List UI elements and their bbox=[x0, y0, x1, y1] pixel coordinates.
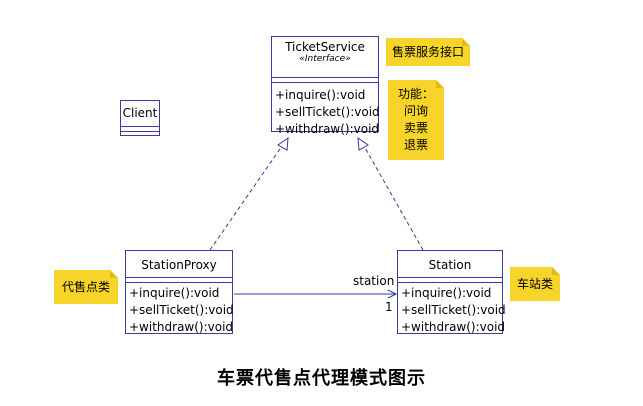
client-class: Client bbox=[120, 100, 160, 136]
diagram-caption: 车票代售点代理模式图示 bbox=[217, 368, 426, 389]
station-proxy-name: StationProxy bbox=[141, 258, 217, 272]
station-class: Station +inquire():void +sellTicket():vo… bbox=[397, 250, 506, 336]
interface-note-text: 售票服务接口 bbox=[391, 45, 464, 59]
operation: +inquire():void bbox=[275, 88, 366, 102]
function-note-heading: 功能： bbox=[397, 87, 434, 101]
station-proxy-header: StationProxy bbox=[126, 251, 232, 278]
function-note-item: 退票 bbox=[403, 138, 428, 152]
ticket-service-name: TicketService bbox=[285, 40, 365, 54]
ticket-service-header: TicketService «Interface» bbox=[272, 37, 378, 78]
association-multiplicity-label: 1 bbox=[385, 300, 393, 314]
operation: +sellTicket():void bbox=[275, 105, 380, 119]
station-note-text: 车站类 bbox=[516, 277, 553, 291]
station-operations: +inquire():void +sellTicket():void +with… bbox=[398, 283, 506, 336]
operation: +withdraw():void bbox=[129, 320, 234, 334]
realization-line-station bbox=[363, 145, 424, 251]
interface-note: 售票服务接口 bbox=[386, 38, 470, 66]
client-header: Client bbox=[121, 101, 159, 127]
station-proxy-operations: +inquire():void +sellTicket():void +with… bbox=[126, 283, 234, 336]
client-operations bbox=[121, 132, 159, 136]
ticket-service-stereotype: «Interface» bbox=[299, 54, 351, 64]
station-proxy-class: StationProxy +inquire():void +sellTicket… bbox=[125, 250, 234, 336]
ticket-service-operations: +inquire():void +sellTicket():void +with… bbox=[272, 83, 380, 138]
function-note-item: 问询 bbox=[403, 104, 428, 118]
realization-arrowhead-station bbox=[357, 136, 369, 151]
ticket-service-class: TicketService «Interface» +inquire():voi… bbox=[271, 36, 380, 136]
proxy-note-text: 代售点类 bbox=[61, 280, 110, 294]
realization-arrowhead-proxy bbox=[277, 136, 289, 151]
operation: +withdraw():void bbox=[275, 122, 380, 136]
function-note-item: 卖票 bbox=[403, 121, 428, 135]
proxy-note: 代售点类 bbox=[54, 270, 118, 304]
operation: +sellTicket():void bbox=[129, 303, 234, 317]
operation: +inquire():void bbox=[129, 286, 220, 300]
station-header: Station bbox=[398, 251, 502, 278]
realization-line-proxy bbox=[209, 145, 283, 251]
operation: +inquire():void bbox=[401, 286, 492, 300]
association-role-label: station bbox=[353, 274, 395, 288]
client-name: Client bbox=[122, 106, 158, 120]
operation: +sellTicket():void bbox=[401, 303, 506, 317]
operation: +withdraw():void bbox=[401, 320, 506, 334]
function-note: 功能： 问询 卖票 退票 bbox=[388, 80, 444, 160]
station-note: 车站类 bbox=[510, 267, 560, 301]
station-name: Station bbox=[428, 258, 472, 272]
